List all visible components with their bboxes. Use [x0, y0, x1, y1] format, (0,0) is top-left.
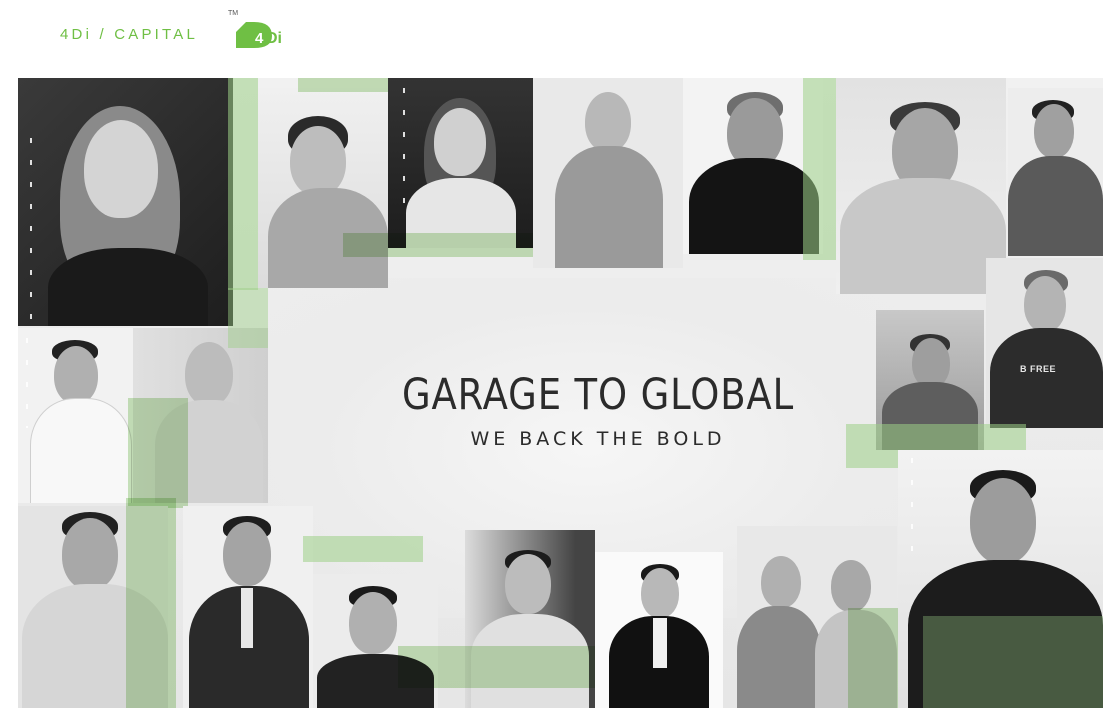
team-portrait: B FREE — [986, 258, 1103, 428]
brand-wordmark[interactable]: 4Di / CAPITAL — [60, 26, 198, 43]
decorative-green-overlay — [803, 78, 837, 260]
brand-logo-mark: 4 Di — [236, 22, 282, 48]
team-portrait — [388, 78, 533, 248]
shirt-collar — [241, 588, 253, 648]
team-portrait — [18, 328, 133, 503]
brand-logo-icon[interactable]: TM 4 Di — [228, 10, 300, 50]
team-collage: B FREE GARAGE TO GLOBAL WE BACK THE BOLD — [18, 78, 1103, 708]
decorative-green-overlay — [303, 536, 423, 562]
team-portrait — [1008, 88, 1103, 256]
decorative-dashed-line — [26, 338, 28, 428]
tshirt-print: B FREE — [1020, 364, 1057, 374]
shirt-collar — [653, 618, 667, 668]
decorative-dashed-line — [911, 458, 913, 568]
decorative-dashed-line — [403, 88, 405, 208]
logo-di-glyph: Di — [266, 30, 282, 47]
logo-4-glyph: 4 — [255, 30, 264, 47]
hero-headline: GARAGE TO GLOBAL — [401, 370, 795, 420]
team-portrait — [183, 506, 313, 708]
team-portrait — [533, 78, 683, 268]
team-portrait — [258, 88, 388, 288]
team-portrait — [683, 78, 823, 254]
decorative-green-overlay — [228, 288, 268, 348]
decorative-green-overlay — [128, 398, 188, 508]
page: 4Di / CAPITAL TM 4 Di B FREE GARAGE TO G… — [0, 0, 1103, 708]
team-portrait — [18, 78, 233, 326]
trademark-label: TM — [228, 10, 239, 17]
decorative-green-overlay — [923, 616, 1103, 708]
decorative-dashed-line — [30, 138, 32, 328]
decorative-green-overlay — [126, 498, 176, 708]
team-portrait — [595, 552, 723, 708]
header: 4Di / CAPITAL TM 4 Di — [0, 0, 1103, 72]
decorative-green-overlay — [228, 78, 258, 290]
hero-subheadline: WE BACK THE BOLD — [470, 428, 726, 450]
team-portrait — [836, 78, 1006, 294]
